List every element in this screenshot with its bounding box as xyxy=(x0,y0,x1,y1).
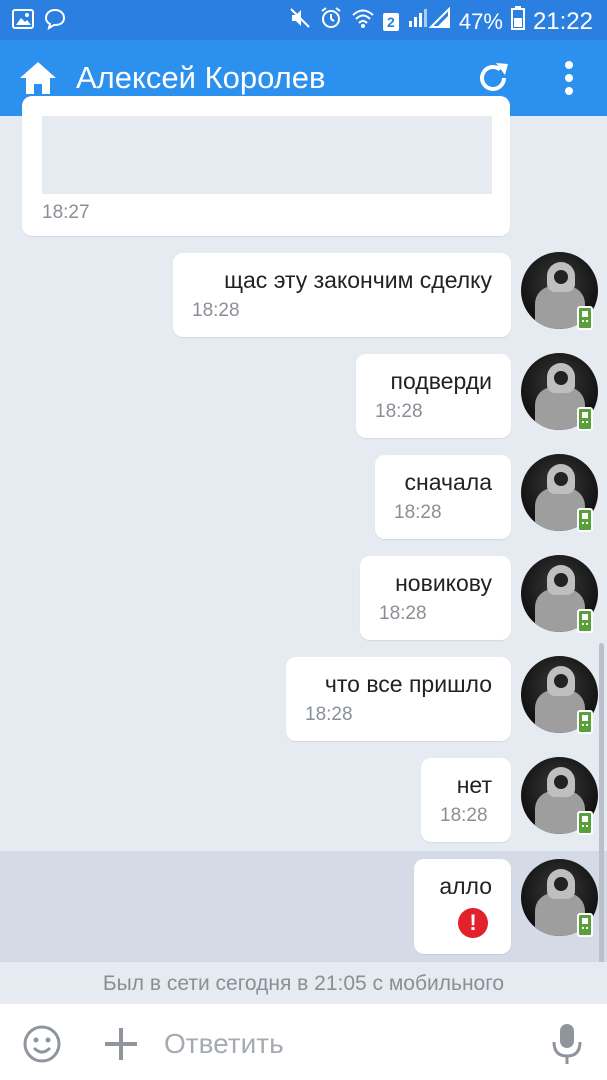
error-icon[interactable]: ! xyxy=(458,908,488,938)
message-bubble[interactable]: что все пришло 18:28 xyxy=(286,657,511,741)
image-icon xyxy=(12,9,34,34)
signal-icon xyxy=(407,6,451,36)
alarm-icon xyxy=(319,6,343,37)
avatar-face xyxy=(554,877,568,891)
message-attachment[interactable] xyxy=(42,116,492,194)
avatar-face xyxy=(554,674,568,688)
message-row: щас эту закончим сделку 18:28 xyxy=(0,252,607,353)
message-bubble[interactable]: новикову 18:28 xyxy=(360,556,511,640)
mobile-online-icon xyxy=(577,811,593,835)
plus-icon xyxy=(105,1028,137,1060)
message-bubble[interactable]: щас эту закончим сделку 18:28 xyxy=(173,253,511,337)
battery-percent: 47% xyxy=(458,8,503,34)
attach-button[interactable] xyxy=(103,1026,139,1062)
sim-badge: 2 xyxy=(382,12,399,31)
message-time: 18:28 xyxy=(192,300,240,321)
message-row: подверди 18:28 xyxy=(0,353,607,454)
message-text: что все пришло xyxy=(324,671,492,697)
avatar-face xyxy=(554,371,568,385)
mobile-online-icon xyxy=(577,710,593,734)
message-bubble[interactable]: подверди 18:28 xyxy=(356,354,511,438)
mobile-online-icon xyxy=(577,913,593,937)
voice-message-button[interactable] xyxy=(550,1022,584,1066)
message-time: 18:27 xyxy=(42,202,90,223)
message-text: сначала xyxy=(404,469,492,495)
message-text: алло xyxy=(439,873,492,899)
message-time: 18:28 xyxy=(394,502,442,523)
message-row: сначала 18:28 xyxy=(0,454,607,555)
emoji-button[interactable] xyxy=(22,1024,62,1064)
message-bubble-previous[interactable]: 18:27 xyxy=(22,96,510,236)
message-text: нет xyxy=(456,772,492,798)
mic-icon xyxy=(552,1024,582,1064)
status-bar: 2 47% 21:22 xyxy=(0,0,607,40)
battery-icon xyxy=(510,6,525,37)
avatar-face xyxy=(554,775,568,789)
mobile-online-icon xyxy=(577,508,593,532)
message-row: новикову 18:28 xyxy=(0,555,607,656)
message-time: 18:28 xyxy=(375,401,423,422)
message-time: 18:28 xyxy=(305,704,353,725)
mobile-online-icon xyxy=(577,306,593,330)
message-time: 18:28 xyxy=(379,603,427,624)
message-row: нет 18:28 xyxy=(0,757,607,858)
avatar-face xyxy=(554,573,568,587)
message-text: новикову xyxy=(395,570,492,596)
message-time: 18:28 xyxy=(440,805,488,826)
composer-bar xyxy=(0,1004,607,1080)
mute-icon xyxy=(289,7,311,36)
message-bubble[interactable]: алло ! xyxy=(414,859,511,954)
last-seen-status: Был в сети сегодня в 21:05 с мобильного xyxy=(0,962,607,1004)
more-options-button[interactable] xyxy=(556,59,582,97)
message-row: что все пришло 18:28 xyxy=(0,656,607,757)
avatar-face xyxy=(554,472,568,486)
home-button[interactable] xyxy=(18,58,58,98)
scrollbar[interactable] xyxy=(599,643,604,963)
mobile-online-icon xyxy=(577,407,593,431)
more-vert-icon xyxy=(565,61,573,95)
home-icon xyxy=(20,62,56,94)
avatar-face xyxy=(554,270,568,284)
chat-icon xyxy=(44,8,66,35)
emoji-icon xyxy=(23,1025,61,1063)
chat-title: Алексей Королев xyxy=(76,60,326,95)
message-text: подверди xyxy=(390,368,492,394)
reply-input[interactable] xyxy=(162,1020,536,1068)
message-bubble[interactable]: нет 18:28 xyxy=(421,758,511,842)
message-row-failed: алло ! xyxy=(0,851,607,962)
wifi-icon xyxy=(351,7,375,36)
refresh-button[interactable] xyxy=(474,59,512,97)
message-bubble[interactable]: сначала 18:28 xyxy=(375,455,511,539)
clock: 21:22 xyxy=(532,7,593,35)
mobile-online-icon xyxy=(577,609,593,633)
refresh-icon xyxy=(480,63,508,91)
message-text: щас эту закончим сделку xyxy=(224,267,492,293)
